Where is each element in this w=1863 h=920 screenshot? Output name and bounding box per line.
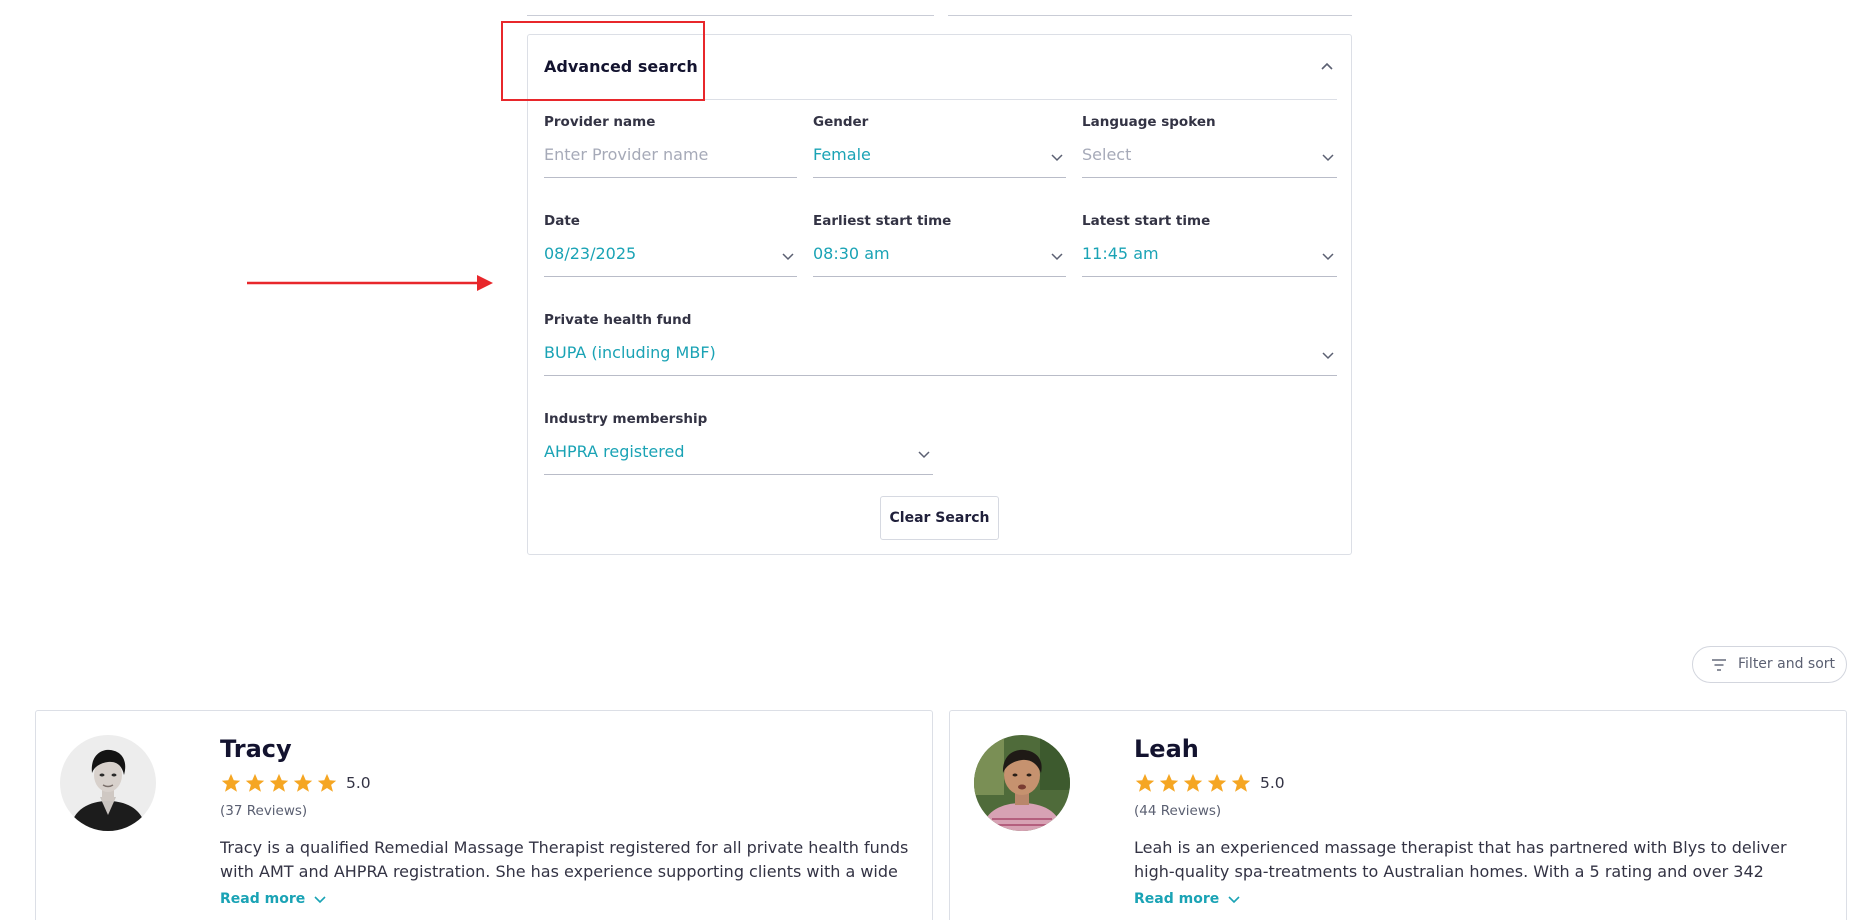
read-more-label: Read more: [1134, 891, 1220, 907]
chevron-down-icon: [918, 451, 930, 459]
star-icon: [245, 773, 265, 792]
star-icon: [293, 773, 313, 792]
language-placeholder: Select: [1082, 145, 1132, 164]
industry-membership-field: Industry membership AHPRA registered: [544, 411, 933, 475]
filter-and-sort-button[interactable]: Filter and sort: [1692, 646, 1847, 683]
latest-start-label: Latest start time: [1082, 213, 1211, 229]
provider-name: Tracy: [220, 735, 292, 763]
star-rating: 5.0: [220, 772, 371, 794]
star-icon: [1231, 773, 1251, 792]
star-icon: [1207, 773, 1227, 792]
provider-name-field: Provider name Enter Provider name: [544, 114, 797, 178]
chevron-down-icon: [1322, 253, 1334, 261]
provider-name-input[interactable]: Enter Provider name: [544, 136, 797, 178]
chevron-up-icon[interactable]: [1319, 59, 1335, 75]
provider-name-label: Provider name: [544, 114, 656, 130]
latest-start-field: Latest start time 11:45 am: [1082, 213, 1337, 277]
star-icon: [221, 773, 241, 792]
read-more-link[interactable]: Read more: [1134, 891, 1241, 907]
star-icon: [1135, 773, 1155, 792]
language-select[interactable]: Select: [1082, 136, 1337, 178]
filter-lines-icon: [1712, 659, 1726, 671]
health-fund-field: Private health fund BUPA (including MBF): [544, 312, 1337, 376]
avatar: [60, 735, 156, 831]
provider-name-placeholder: Enter Provider name: [544, 145, 709, 164]
date-select[interactable]: 08/23/2025: [544, 235, 797, 277]
provider-card[interactable]: Leah 5.0 (44 Reviews) Leah is an experie…: [949, 710, 1847, 920]
clear-search-button[interactable]: Clear Search: [880, 496, 999, 540]
industry-membership-select[interactable]: AHPRA registered: [544, 433, 933, 475]
review-count: (37 Reviews): [220, 803, 308, 819]
latest-start-value: 11:45 am: [1082, 244, 1159, 263]
chevron-down-icon: [1228, 896, 1240, 904]
gender-select[interactable]: Female: [813, 136, 1066, 178]
star-rating: 5.0: [1134, 772, 1285, 794]
date-label: Date: [544, 213, 580, 229]
annotation-arrow-icon: [247, 275, 493, 291]
earliest-start-select[interactable]: 08:30 am: [813, 235, 1066, 277]
star-icon: [317, 773, 337, 792]
top-divider-left: [527, 15, 934, 16]
advanced-search-panel: Advanced search Provider name Enter Prov…: [527, 34, 1352, 555]
read-more-label: Read more: [220, 891, 306, 907]
chevron-down-icon: [314, 896, 326, 904]
provider-card[interactable]: Tracy 5.0 (37 Reviews) Tracy is a qualif…: [35, 710, 933, 920]
date-value: 08/23/2025: [544, 244, 637, 263]
earliest-start-field: Earliest start time 08:30 am: [813, 213, 1066, 277]
industry-membership-value: AHPRA registered: [544, 442, 685, 461]
health-fund-label: Private health fund: [544, 312, 692, 328]
chevron-down-icon: [782, 253, 794, 261]
earliest-start-value: 08:30 am: [813, 244, 890, 263]
earliest-start-label: Earliest start time: [813, 213, 952, 229]
annotation-highlight-box: [501, 21, 705, 101]
gender-value: Female: [813, 145, 871, 164]
chevron-down-icon: [1322, 352, 1334, 360]
industry-membership-label: Industry membership: [544, 411, 708, 427]
avatar: [974, 735, 1070, 831]
review-count: (44 Reviews): [1134, 803, 1222, 819]
star-icon: [1183, 773, 1203, 792]
rating-value: 5.0: [346, 774, 371, 792]
star-icon: [269, 773, 289, 792]
chevron-down-icon: [1322, 154, 1334, 162]
provider-name: Leah: [1134, 735, 1199, 763]
top-divider-right: [948, 15, 1352, 16]
latest-start-select[interactable]: 11:45 am: [1082, 235, 1337, 277]
health-fund-value: BUPA (including MBF): [544, 343, 716, 362]
gender-field: Gender Female: [813, 114, 1066, 178]
provider-description: Tracy is a qualified Remedial Massage Th…: [220, 838, 909, 881]
language-label: Language spoken: [1082, 114, 1216, 130]
chevron-down-icon: [1051, 253, 1063, 261]
health-fund-select[interactable]: BUPA (including MBF): [544, 334, 1337, 376]
language-field: Language spoken Select: [1082, 114, 1337, 178]
gender-label: Gender: [813, 114, 869, 130]
read-more-link[interactable]: Read more: [220, 891, 327, 907]
filter-and-sort-label: Filter and sort: [1738, 656, 1836, 672]
date-field: Date 08/23/2025: [544, 213, 797, 277]
chevron-down-icon: [1051, 154, 1063, 162]
rating-value: 5.0: [1260, 774, 1285, 792]
star-icon: [1159, 773, 1179, 792]
provider-description: Leah is an experienced massage therapist…: [1134, 838, 1787, 881]
